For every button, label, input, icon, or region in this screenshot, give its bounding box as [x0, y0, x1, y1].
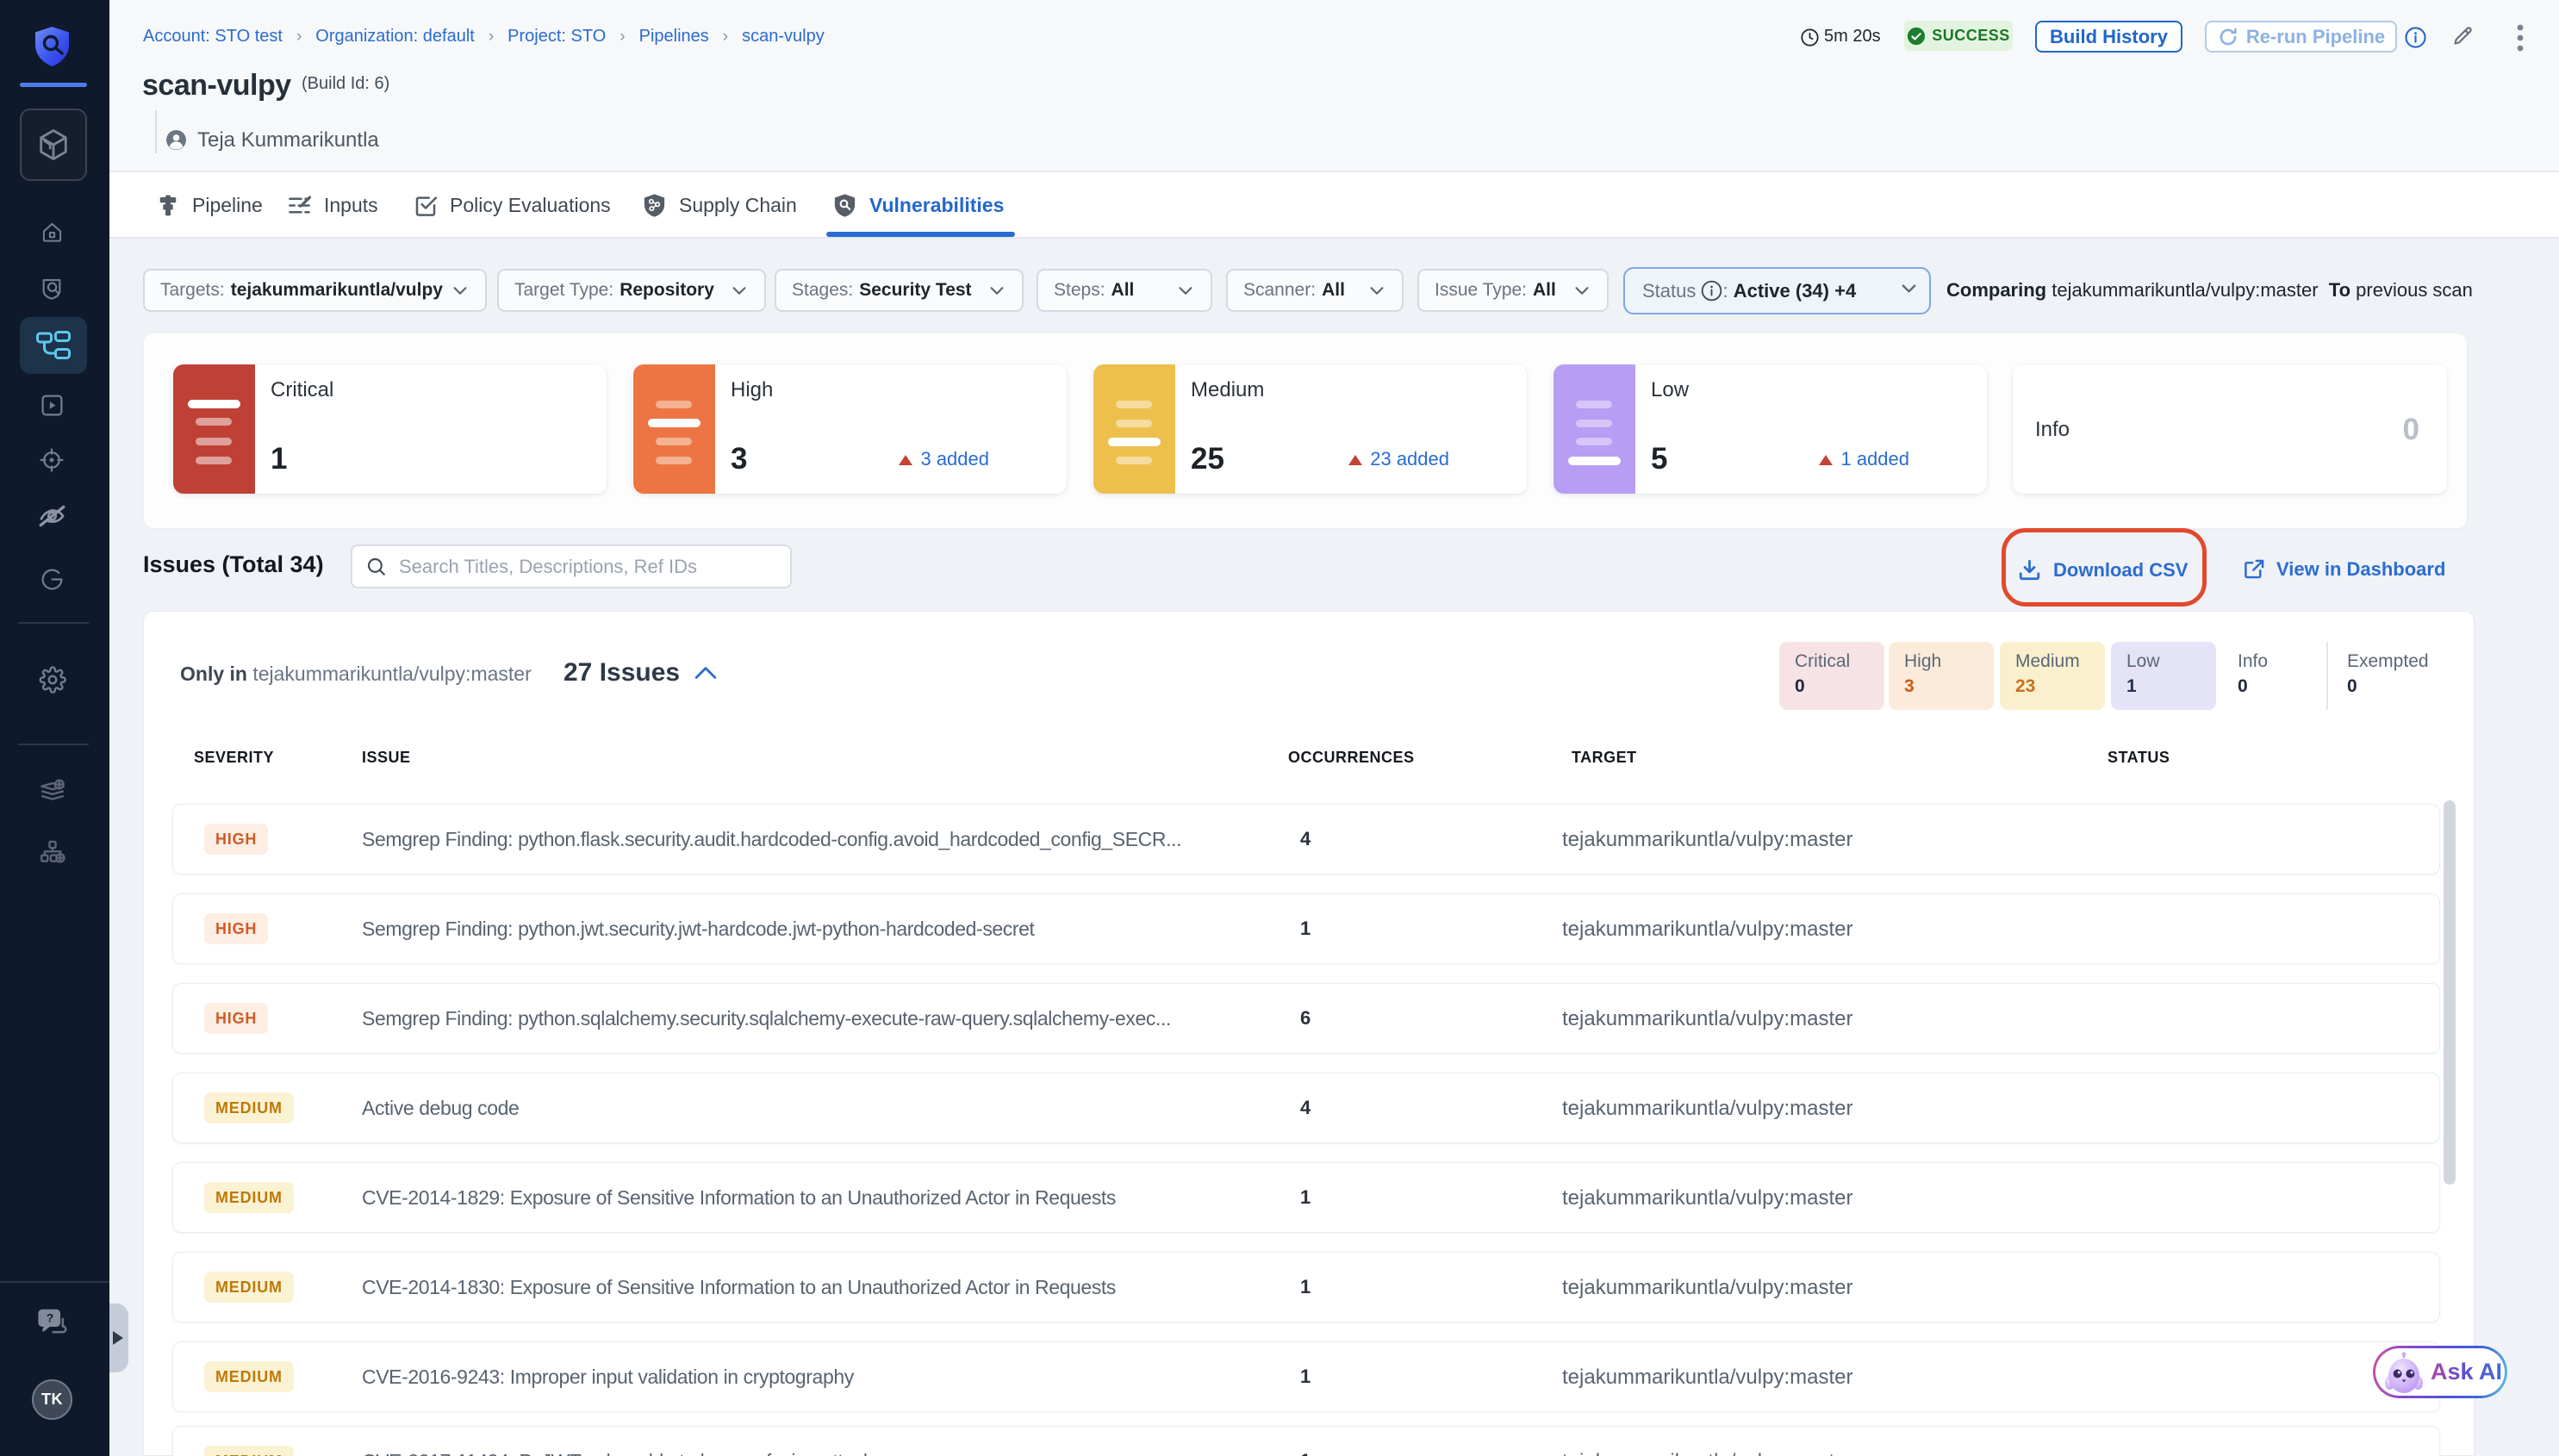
svg-text:?: ? [47, 1312, 53, 1325]
